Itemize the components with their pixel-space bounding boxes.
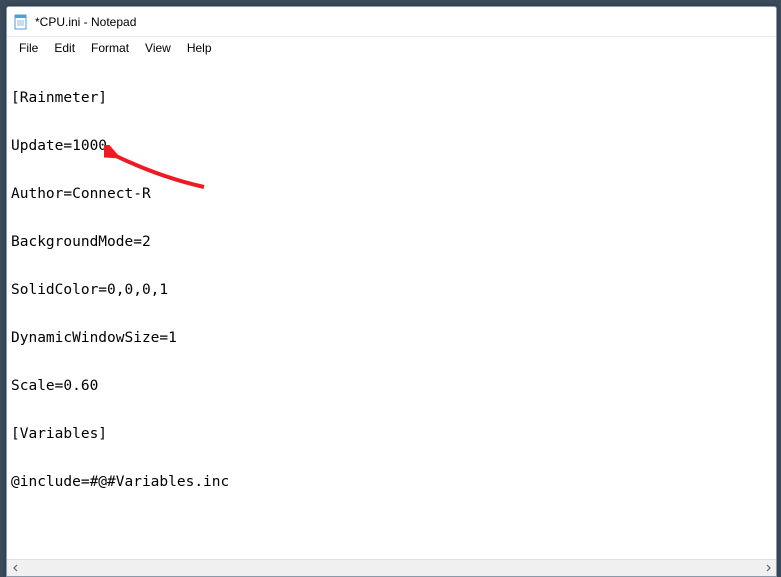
menu-file[interactable]: File bbox=[11, 39, 46, 57]
scroll-right-arrow-icon[interactable] bbox=[759, 560, 776, 577]
editor-line: SolidColor=0,0,0,1 bbox=[11, 282, 772, 298]
text-editor[interactable]: [Rainmeter] Update=1000 Author=Connect-R… bbox=[7, 58, 776, 559]
editor-line: [Rainmeter] bbox=[11, 90, 772, 106]
editor-line: DynamicWindowSize=1 bbox=[11, 330, 772, 346]
titlebar[interactable]: *CPU.ini - Notepad bbox=[7, 7, 776, 37]
editor-line: Scale=0.60 bbox=[11, 378, 772, 394]
editor-line: Author=Connect-R bbox=[11, 186, 772, 202]
menubar: File Edit Format View Help bbox=[7, 37, 776, 58]
notepad-icon bbox=[13, 14, 29, 30]
scroll-left-arrow-icon[interactable] bbox=[7, 560, 24, 577]
editor-line: BackgroundMode=2 bbox=[11, 234, 772, 250]
menu-view[interactable]: View bbox=[137, 39, 179, 57]
editor-line: @include=#@#Variables.inc bbox=[11, 474, 772, 490]
editor-line bbox=[11, 522, 772, 538]
editor-line: [Variables] bbox=[11, 426, 772, 442]
editor-line: Update=1000 bbox=[11, 138, 772, 154]
horizontal-scrollbar[interactable] bbox=[7, 559, 776, 576]
menu-format[interactable]: Format bbox=[83, 39, 137, 57]
notepad-window: *CPU.ini - Notepad File Edit Format View… bbox=[6, 6, 777, 577]
scroll-track[interactable] bbox=[24, 560, 759, 577]
window-title: *CPU.ini - Notepad bbox=[35, 15, 136, 29]
menu-edit[interactable]: Edit bbox=[46, 39, 83, 57]
menu-help[interactable]: Help bbox=[179, 39, 220, 57]
